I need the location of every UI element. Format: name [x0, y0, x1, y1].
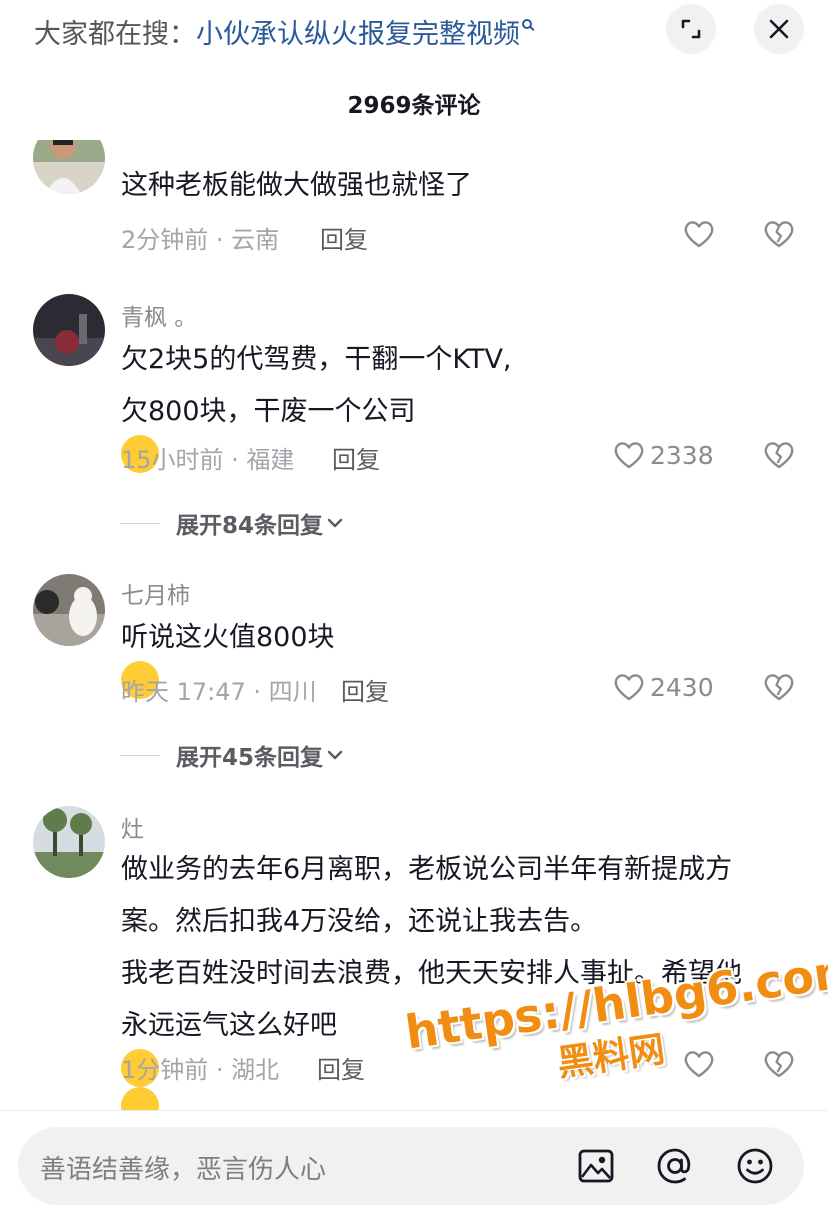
comment-meta: 2分钟前 · 云南 — [121, 226, 280, 254]
emoji-icon — [737, 1148, 773, 1184]
expand-replies-button[interactable]: 展开84条回复 — [120, 506, 347, 540]
like-button[interactable]: 2430 — [612, 669, 714, 705]
minimize-icon — [681, 19, 701, 39]
comment-input-bar: 善语结善缘，恶言伤人心 — [0, 1110, 828, 1226]
reply-button[interactable]: 回复 — [317, 1050, 365, 1085]
comment-input[interactable]: 善语结善缘，恶言伤人心 — [18, 1127, 804, 1205]
at-icon — [657, 1148, 691, 1184]
broken-heart-icon — [764, 442, 794, 469]
broken-heart-icon — [764, 1051, 794, 1078]
reply-button[interactable]: 回复 — [320, 220, 368, 255]
divider — [120, 754, 160, 756]
dislike-button[interactable] — [762, 1047, 796, 1081]
comment-input-placeholder: 善语结善缘，恶言伤人心 — [40, 1155, 327, 1185]
like-button[interactable] — [682, 216, 716, 252]
like-count: 2430 — [650, 672, 714, 702]
emoji-button[interactable] — [734, 1145, 776, 1187]
heart-icon — [684, 221, 714, 248]
broken-heart-icon — [764, 674, 794, 701]
like-button[interactable]: 2338 — [612, 437, 714, 473]
dislike-button[interactable] — [762, 438, 796, 472]
comment-nickname[interactable]: 七月柿 — [121, 576, 190, 610]
avatar[interactable] — [33, 294, 105, 366]
hot-search-label: 大家都在搜： — [34, 19, 196, 50]
comment-list[interactable]: 这种老板能做大做强也就怪了 2分钟前 · 云南 回复 青枫 。 欠2块5的代驾费… — [0, 140, 828, 1110]
comment-meta: 1分钟前 · 湖北 — [121, 1056, 280, 1084]
avatar[interactable] — [33, 806, 105, 878]
comment-nickname[interactable]: 灶 — [121, 810, 144, 844]
reply-button[interactable]: 回复 — [332, 440, 380, 475]
like-button[interactable] — [682, 1046, 716, 1082]
top-bar: 大家都在搜：小伙承认纵火报复完整视频 — [0, 0, 828, 62]
hot-search-banner[interactable]: 大家都在搜：小伙承认纵火报复完整视频 — [34, 12, 532, 51]
expand-replies-button[interactable]: 展开45条回复 — [120, 738, 347, 772]
image-icon — [578, 1149, 614, 1183]
dislike-button[interactable] — [762, 670, 796, 704]
thinking-emoji — [121, 1087, 159, 1110]
broken-heart-icon — [764, 221, 794, 248]
hot-search-term[interactable]: 小伙承认纵火报复完整视频 — [196, 19, 520, 50]
comment-count-title: 2969条评论 — [347, 93, 481, 119]
dislike-button[interactable] — [762, 217, 796, 251]
image-button[interactable] — [575, 1145, 617, 1187]
heart-icon — [614, 674, 644, 701]
heart-icon — [684, 1051, 714, 1078]
mention-button[interactable] — [654, 1145, 696, 1187]
divider — [120, 522, 160, 524]
heart-icon — [614, 442, 644, 469]
chevron-down-icon — [327, 750, 343, 760]
like-count: 2338 — [650, 440, 714, 470]
close-icon — [769, 19, 789, 39]
comment-text: 这种老板能做大做强也就怪了 — [121, 170, 472, 201]
comment-meta: 昨天 17:47 · 四川 — [121, 678, 317, 706]
comment-nickname[interactable]: 青枫 。 — [121, 298, 197, 332]
avatar[interactable] — [33, 574, 105, 646]
reply-button[interactable]: 回复 — [341, 672, 389, 707]
avatar[interactable] — [33, 140, 105, 194]
close-button[interactable] — [754, 4, 804, 54]
search-icon — [522, 19, 532, 29]
comment-meta: 15小时前 · 福建 — [121, 446, 295, 474]
minimize-button[interactable] — [666, 4, 716, 54]
chevron-down-icon — [327, 518, 343, 528]
